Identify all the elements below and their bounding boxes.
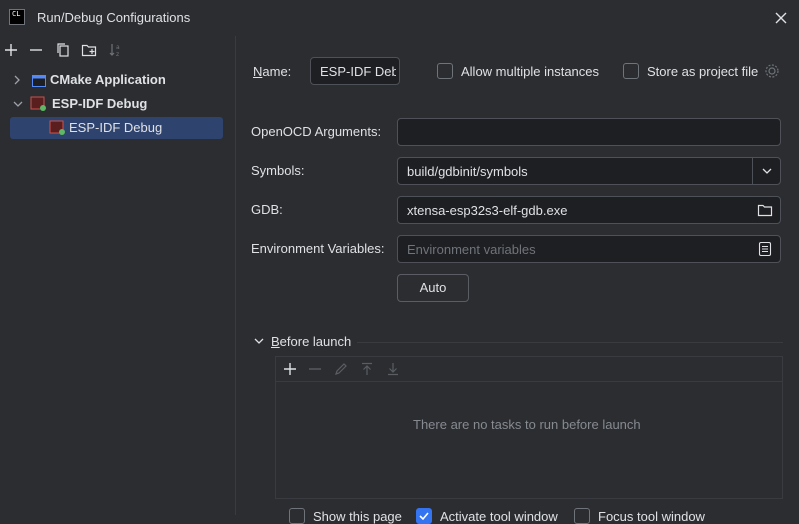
show-this-page-checkbox[interactable] [289, 508, 305, 524]
store-as-project-label[interactable]: Store as project file [647, 64, 758, 79]
new-folder-icon[interactable] [81, 42, 97, 58]
before-launch-title[interactable]: Before launch [271, 334, 351, 349]
show-this-page-label[interactable]: Show this page [313, 509, 402, 524]
tree-item-esp-idf-debug[interactable]: ESP-IDF Debug [10, 117, 223, 139]
symbols-label: Symbols: [251, 163, 305, 178]
window-title: Run/Debug Configurations [37, 10, 191, 25]
focus-tool-window-label[interactable]: Focus tool window [598, 509, 705, 524]
tree-item-label: CMake Application [50, 72, 166, 87]
environment-variables-placeholder: Environment variables [407, 242, 536, 257]
symbols-combobox[interactable]: build/gdbinit/symbols [397, 157, 781, 185]
tree-item-esp-idf-debug-group[interactable]: ESP-IDF Debug [10, 93, 223, 115]
remove-icon[interactable] [307, 361, 323, 380]
remove-icon[interactable] [28, 42, 44, 58]
name-label: Name: [253, 64, 292, 79]
focus-tool-window-checkbox[interactable] [574, 508, 590, 524]
environment-variables-field[interactable]: Environment variables [397, 235, 781, 263]
empty-tasks-message: There are no tasks to run before launch [413, 417, 641, 432]
sort-icon[interactable]: az [108, 42, 124, 58]
name-field[interactable]: ESP-IDF Debug [310, 57, 400, 85]
combobox-divider [752, 158, 753, 184]
tree-item-label: ESP-IDF Debug [69, 120, 163, 135]
document-icon[interactable] [758, 241, 772, 260]
store-as-project-checkbox[interactable] [623, 63, 639, 79]
copy-icon[interactable] [55, 42, 71, 58]
edit-icon[interactable] [333, 361, 349, 380]
openocd-arguments-field[interactable] [397, 118, 781, 146]
tree-item-cmake-application[interactable]: CMake Application [10, 69, 223, 91]
chevron-down-icon[interactable] [252, 334, 266, 351]
gdb-label: GDB: [251, 202, 283, 217]
activate-tool-window-label[interactable]: Activate tool window [440, 509, 558, 524]
before-launch-tasks: There are no tasks to run before launch [275, 356, 783, 499]
gear-icon[interactable] [764, 63, 780, 82]
chevron-down-icon[interactable] [760, 164, 774, 181]
allow-multiple-label[interactable]: Allow multiple instances [461, 64, 599, 79]
name-value: ESP-IDF Debug [320, 64, 396, 79]
environment-variables-label: Environment Variables: [251, 241, 385, 256]
openocd-label: OpenOCD Arguments: [251, 124, 382, 139]
title-bar: CL Run/Debug Configurations [0, 0, 799, 36]
gdb-field[interactable]: xtensa-esp32s3-elf-gdb.exe [397, 196, 781, 224]
folder-icon[interactable] [757, 202, 773, 221]
svg-text:z: z [116, 51, 119, 58]
auto-button[interactable]: Auto [397, 274, 469, 302]
move-down-icon[interactable] [385, 361, 401, 380]
gdb-value: xtensa-esp32s3-elf-gdb.exe [407, 203, 568, 218]
tree-item-label: ESP-IDF Debug [52, 96, 148, 111]
move-up-icon[interactable] [359, 361, 375, 380]
cmake-application-icon [32, 73, 46, 95]
allow-multiple-checkbox[interactable] [437, 63, 453, 79]
tasks-toolbar [276, 357, 782, 382]
debug-config-icon [30, 96, 48, 119]
symbols-value: build/gdbinit/symbols [407, 164, 528, 179]
svg-text:a: a [116, 44, 120, 51]
add-icon[interactable] [282, 361, 298, 380]
debug-config-icon [49, 120, 67, 143]
close-icon[interactable] [772, 9, 790, 27]
add-icon[interactable] [3, 42, 19, 58]
separator [357, 342, 783, 343]
activate-tool-window-checkbox[interactable] [416, 508, 432, 524]
app-logo-icon: CL [9, 9, 25, 25]
